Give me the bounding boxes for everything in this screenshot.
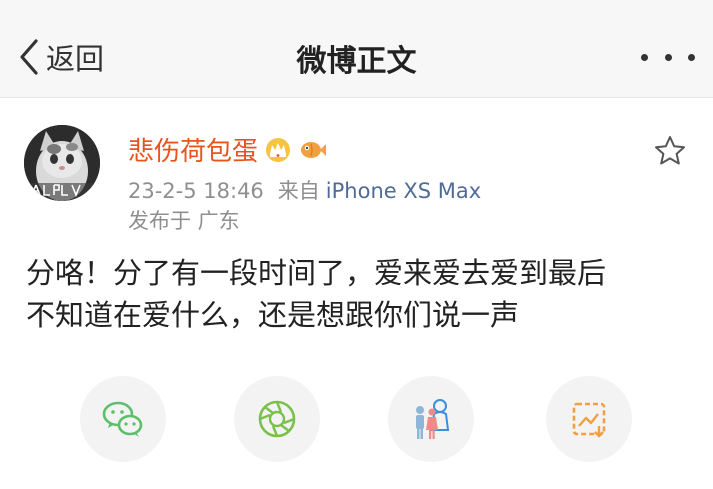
post-text-line: 分咯！分了有一段时间了，爱来爱去爱到最后 — [26, 256, 607, 290]
crown-badge-icon[interactable] — [264, 136, 292, 164]
more-options-button[interactable] — [641, 42, 695, 72]
more-dot-icon — [641, 53, 648, 61]
share-sticker-button[interactable] — [388, 376, 474, 462]
username[interactable]: 悲伤荷包蛋 — [128, 131, 327, 168]
avatar[interactable] — [24, 125, 100, 201]
navigation-bar: 返回 微博正文 — [0, 0, 713, 98]
post-content: 分咯！分了有一段时间了，爱来爱去爱到最后 不知道在爱什么，还是想跟你们说一声 — [26, 252, 686, 336]
post-text-line: 不知道在爱什么，还是想跟你们说一声 — [26, 298, 520, 332]
share-row — [0, 376, 713, 489]
couple-sticker-icon — [416, 399, 450, 439]
post-time: 23-2-5 18:46 — [128, 179, 264, 203]
kitten-avatar-image — [24, 125, 100, 201]
image-edit-icon — [572, 402, 606, 438]
share-wechat-button[interactable] — [80, 376, 166, 462]
device-link[interactable]: iPhone XS Max — [326, 179, 481, 203]
post-meta: 23-2-5 18:46 来自 iPhone XS Max — [128, 175, 481, 205]
wechat-icon — [102, 401, 143, 437]
fish-badge-icon[interactable] — [298, 136, 327, 164]
more-dot-icon — [664, 53, 672, 61]
page-title: 微博正文 — [296, 44, 417, 79]
share-moments-button[interactable] — [234, 376, 320, 462]
post-location: 发布于 广东 — [128, 209, 240, 233]
share-image-button[interactable] — [546, 376, 632, 462]
moments-icon — [258, 400, 296, 438]
from-label: 来自 — [277, 179, 320, 203]
more-dot-icon — [688, 53, 695, 61]
star-icon[interactable] — [653, 134, 687, 168]
username-text: 悲伤荷包蛋 — [128, 137, 259, 167]
